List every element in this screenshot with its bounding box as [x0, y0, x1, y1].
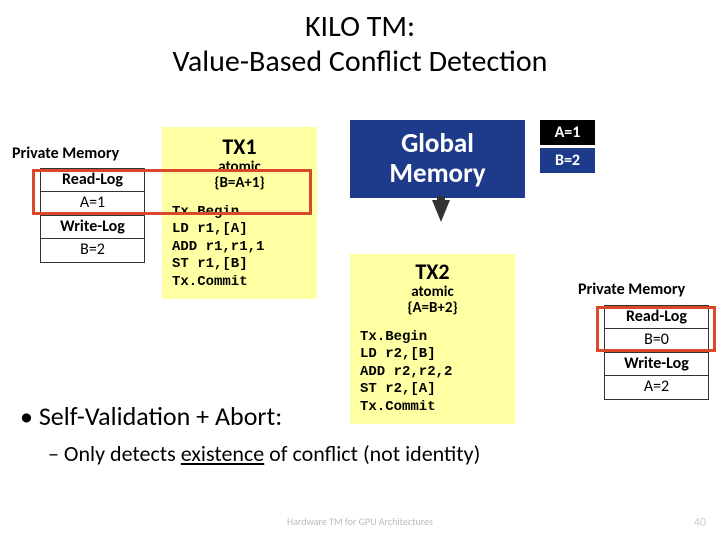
tx2-title: TX2	[360, 258, 505, 285]
title-line-1: KILO TM:	[305, 8, 415, 45]
private-memory-right: Read-Log B=0 Write-Log A=2	[604, 305, 709, 400]
global-memory-values: A=1 B=2	[540, 120, 595, 173]
tx1-box: TX1 atomic {B=A+1} Tx.Begin LD r1,[A] AD…	[162, 127, 317, 299]
private-memory-left-label: Private Memory	[12, 144, 119, 163]
tx2-box: TX2 atomic {A=B+2} Tx.Begin LD r2,[B] AD…	[350, 254, 515, 424]
bullet-2-post: of conflict (not identity)	[264, 440, 480, 467]
slide-footer: Hardware TM for GPU Architectures	[0, 515, 720, 528]
tx1-atomic-2: {B=A+1}	[172, 176, 307, 192]
arrow-down-icon	[432, 200, 450, 222]
read-log-value: A=1	[40, 192, 145, 215]
write-log-header: Write-Log	[40, 216, 145, 239]
page-number: 40	[694, 516, 706, 530]
bullet-1: • Self-Validation + Abort:	[20, 400, 282, 432]
tx1-code: Tx.Begin LD r1,[A] ADD r1,r1,1 ST r1,[B]…	[172, 204, 307, 292]
global-memory-label: Global Memory	[389, 129, 485, 188]
bullet-2-pre: – Only detects	[48, 440, 181, 467]
private-memory-left: Read-Log A=1 Write-Log B=2	[40, 168, 145, 263]
tx1-title: TX1	[172, 133, 307, 160]
bullet-2-underline: existence	[181, 440, 264, 467]
title-line-2: Value-Based Conflict Detection	[173, 43, 548, 80]
global-memory-box: Global Memory	[350, 120, 525, 198]
private-memory-right-label: Private Memory	[578, 280, 685, 299]
write-log-value: B=2	[40, 239, 145, 262]
gm-b: B=2	[540, 148, 595, 173]
slide-title: KILO TM: Value-Based Conflict Detection	[0, 10, 720, 79]
read-log-header: Read-Log	[40, 168, 145, 192]
gm-a: A=1	[540, 120, 595, 145]
bullet-2: – Only detects existence of conflict (no…	[48, 440, 480, 467]
tx2-atomic-2: {A=B+2}	[360, 301, 505, 317]
read-log-value-right: B=0	[604, 329, 709, 352]
read-log-header-right: Read-Log	[604, 305, 709, 329]
write-log-header-right: Write-Log	[604, 353, 709, 376]
write-log-value-right: A=2	[604, 376, 709, 399]
tx2-code: Tx.Begin LD r2,[B] ADD r2,r2,2 ST r2,[A]…	[360, 329, 505, 417]
